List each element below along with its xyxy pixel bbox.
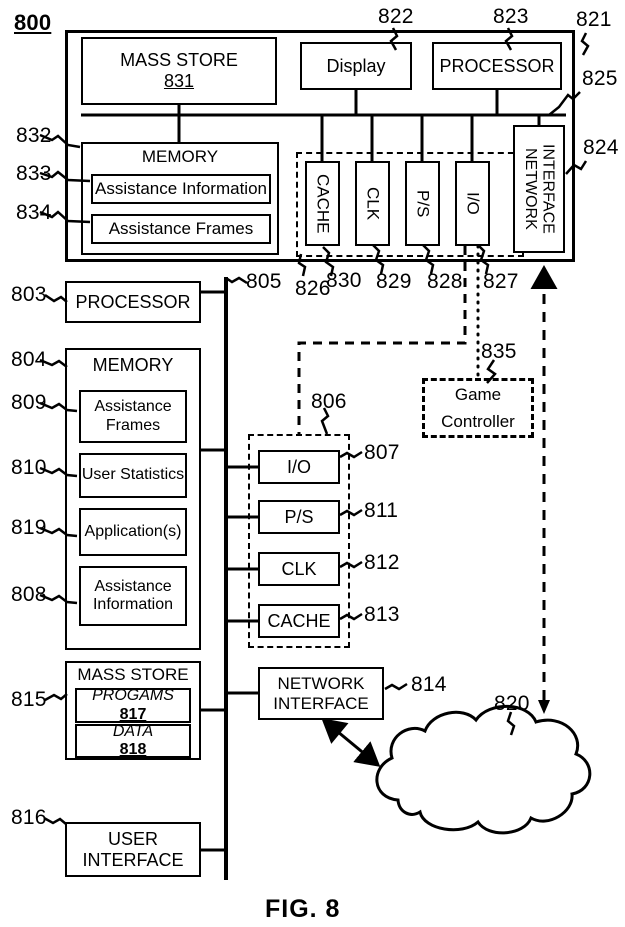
- user-statistics-label: User Statistics: [81, 466, 185, 484]
- bottom-network-interface-label-1: NETWORK: [277, 673, 365, 693]
- ref-835: 835: [481, 340, 517, 363]
- ref-820: 820: [494, 692, 530, 715]
- top-processor-label: PROCESSOR: [439, 55, 555, 76]
- user-interface-box: USER INTERFACE: [65, 822, 201, 877]
- user-interface-label-1: USER: [107, 828, 158, 849]
- assistance-frames-label-bottom-1: Assistance: [94, 398, 172, 416]
- ref-819: 819: [11, 516, 47, 539]
- ref-824: 824: [583, 136, 619, 159]
- bottom-processor-label: PROCESSOR: [75, 291, 191, 312]
- top-ps-label: P/S: [413, 189, 433, 218]
- ref-814: 814: [411, 673, 447, 696]
- display-label: Display: [326, 55, 386, 76]
- game-controller-label-2: Controller: [441, 412, 515, 431]
- game-controller-label-1: Game: [454, 384, 502, 404]
- bottom-network-interface-label-2: INTERFACE: [273, 693, 369, 713]
- assistance-information-box-bottom: Assistance Information: [79, 566, 187, 626]
- network-cloud-label: NETWORK: [424, 790, 523, 811]
- ref-811: 811: [364, 499, 399, 522]
- bottom-io-label: I/O: [286, 456, 311, 477]
- bottom-mass-store-box: MASS STORE PROGAMS 817 DATA 818: [65, 661, 201, 760]
- assistance-frames-label-top: Assistance Frames: [108, 219, 254, 239]
- ref-805: 805: [246, 270, 282, 293]
- top-processor-box: PROCESSOR: [432, 42, 562, 90]
- top-mass-store-ref: 831: [163, 71, 195, 91]
- ref-809: 809: [11, 391, 47, 414]
- ref-828: 828: [427, 270, 463, 293]
- ref-816: 816: [11, 806, 47, 829]
- ref-827: 827: [483, 270, 519, 293]
- data-ref: 818: [119, 741, 147, 758]
- ref-825: 825: [582, 67, 618, 90]
- ref-804: 804: [11, 348, 47, 371]
- assistance-information-box-top: Assistance Information: [91, 174, 271, 204]
- programs-box: PROGAMS 817: [75, 687, 191, 723]
- bottom-cache-box: CACHE: [258, 604, 340, 638]
- ref-813: 813: [364, 603, 400, 626]
- data-box: DATA 818: [75, 722, 191, 758]
- top-memory-label: MEMORY: [141, 147, 219, 166]
- applications-box: Application(s): [79, 508, 187, 556]
- top-network-interface-label-2: INTERFACE: [539, 144, 557, 234]
- ref-833: 833: [16, 162, 52, 185]
- assistance-information-label-bottom-2: Information: [92, 596, 174, 613]
- assistance-information-label-top: Assistance Information: [95, 179, 267, 199]
- display-box: Display: [300, 42, 412, 90]
- bottom-memory-box: MEMORY Assistance Frames User Statistics…: [65, 348, 201, 650]
- user-statistics-box: User Statistics: [79, 453, 187, 498]
- top-mass-store-label: MASS STORE: [120, 50, 238, 71]
- top-ps-box: P/S: [405, 161, 440, 246]
- bottom-memory-label: MEMORY: [92, 355, 174, 375]
- bottom-cache-label: CACHE: [267, 610, 331, 631]
- assistance-frames-box-bottom: Assistance Frames: [79, 390, 187, 443]
- bottom-ps-box: P/S: [258, 500, 340, 534]
- ref-822: 822: [378, 5, 414, 28]
- ref-812: 812: [364, 551, 400, 574]
- ref-834: 834: [16, 201, 52, 224]
- ref-803: 803: [11, 283, 47, 306]
- system-ref-800: 800: [14, 10, 52, 35]
- assistance-information-label-bottom-1: Assistance: [94, 577, 172, 595]
- ref-830: 830: [326, 269, 362, 292]
- assistance-frames-box-top: Assistance Frames: [91, 214, 271, 244]
- figure-caption: FIG. 8: [265, 895, 341, 923]
- ref-829: 829: [376, 270, 412, 293]
- programs-label: PROGAMS: [92, 687, 174, 705]
- top-network-interface-box: NETWORK INTERFACE: [513, 125, 565, 253]
- bottom-ps-label: P/S: [284, 506, 314, 527]
- top-clk-box: CLK: [355, 161, 390, 246]
- bottom-io-box: I/O: [258, 450, 340, 484]
- applications-label: Application(s): [84, 522, 182, 540]
- bottom-clk-box: CLK: [258, 552, 340, 586]
- top-io-label: I/O: [463, 192, 483, 215]
- top-network-interface-label-1: NETWORK: [522, 148, 539, 230]
- top-cache-box: CACHE: [305, 161, 340, 246]
- ref-810: 810: [11, 456, 47, 479]
- top-cache-label: CACHE: [313, 173, 333, 234]
- ref-823: 823: [493, 5, 529, 28]
- bottom-processor-box: PROCESSOR: [65, 281, 201, 323]
- game-controller-box: Game Controller: [422, 378, 534, 438]
- ref-807: 807: [364, 441, 400, 464]
- figure-8-block-diagram: 800 MASS STORE 831 Display PROCESSOR MEM…: [0, 0, 625, 927]
- top-mass-store-box: MASS STORE 831: [81, 37, 277, 105]
- bottom-mass-store-label: MASS STORE: [77, 665, 189, 684]
- bottom-network-interface-box: NETWORK INTERFACE: [258, 667, 384, 720]
- data-label: DATA: [112, 722, 154, 740]
- ref-806: 806: [311, 390, 347, 413]
- top-io-box: I/O: [455, 161, 490, 246]
- ref-832: 832: [16, 124, 52, 147]
- assistance-frames-label-bottom-2: Frames: [105, 416, 161, 434]
- ref-815: 815: [11, 688, 47, 711]
- user-interface-label-2: INTERFACE: [82, 849, 184, 870]
- ref-821: 821: [576, 8, 612, 31]
- bottom-clk-label: CLK: [281, 558, 317, 579]
- programs-ref: 817: [119, 705, 147, 723]
- ref-808: 808: [11, 583, 47, 606]
- top-clk-label: CLK: [363, 186, 383, 221]
- top-memory-box: MEMORY Assistance Information Assistance…: [81, 142, 279, 255]
